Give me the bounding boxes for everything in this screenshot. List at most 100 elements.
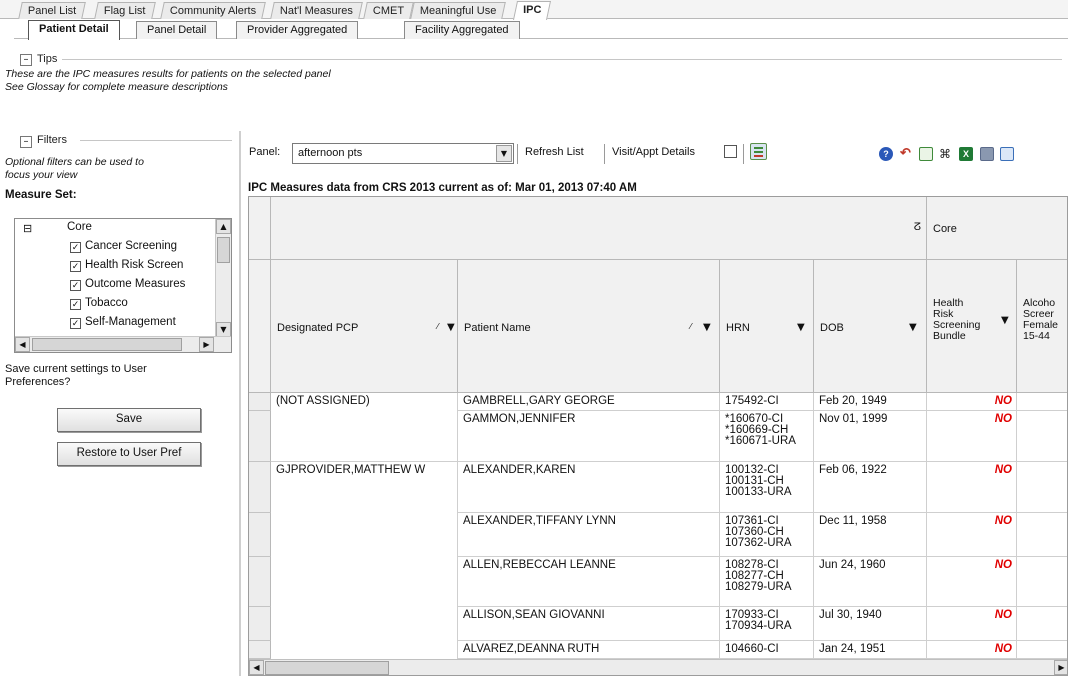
scroll-thumb[interactable]: [265, 661, 389, 675]
filters-label: Filters: [37, 134, 67, 146]
tab-community-alerts[interactable]: Community Alerts: [160, 2, 267, 19]
filter-icon[interactable]: ▼: [447, 322, 455, 333]
tree-horizontal-scrollbar[interactable]: ◀ ▶: [15, 336, 231, 352]
filter-icon[interactable]: ▼: [797, 322, 805, 333]
filters-panel: – Filters Optional filters can be used t…: [0, 131, 237, 676]
scroll-down-button[interactable]: ▼: [216, 322, 231, 337]
tab-cmet[interactable]: CMET: [363, 2, 414, 19]
tab-panel-detail[interactable]: Panel Detail: [136, 21, 218, 39]
scroll-thumb[interactable]: [32, 338, 182, 351]
panel-select-value: afternoon pts: [298, 147, 363, 159]
column-header-label-line: 15-44: [1023, 330, 1050, 342]
tree-vertical-scrollbar[interactable]: ▲ ▼: [215, 219, 231, 337]
tab-label: Flag List: [103, 5, 146, 17]
cell-dob: Jul 30, 1940: [814, 607, 927, 641]
column-header-patient-name[interactable]: Patient Name ⁄ ▼: [458, 260, 720, 393]
hrn-line: 104660-CI: [725, 643, 779, 655]
checkbox-checked[interactable]: ✓: [70, 280, 81, 291]
row-selector[interactable]: [249, 513, 271, 557]
tree-item-outcome-measures[interactable]: ✓ Outcome Measures: [70, 278, 185, 291]
tab-natl-measures[interactable]: Nat'l Measures: [270, 2, 363, 19]
filters-collapse-toggle[interactable]: –: [20, 136, 32, 148]
tab-flag-list[interactable]: Flag List: [94, 2, 156, 19]
tab-meaningful-use[interactable]: Meaningful Use: [410, 2, 507, 19]
tab-provider-aggregated[interactable]: Provider Aggregated: [236, 21, 359, 39]
cell-dob: Jun 24, 1960: [814, 557, 927, 607]
tab-label: Panel List: [27, 5, 77, 17]
save-prefs-prompt-line1: Save current settings to User: [5, 363, 147, 375]
scroll-up-button[interactable]: ▲: [216, 219, 231, 234]
undo-icon[interactable]: ↶: [900, 146, 914, 161]
cell-patient-name: GAMBRELL,GARY GEORGE: [458, 393, 720, 411]
tree-item-health-risk-screen[interactable]: ✓ Health Risk Screen: [70, 259, 183, 272]
checkbox-checked[interactable]: ✓: [70, 242, 81, 253]
scroll-left-button[interactable]: ◀: [249, 660, 264, 675]
tab-ipc[interactable]: IPC: [512, 1, 552, 20]
column-header-alcohol-screening-female[interactable]: Alcoho Screer Female 15-44: [1017, 260, 1067, 393]
excel-icon[interactable]: X: [959, 147, 973, 161]
scroll-thumb[interactable]: [217, 237, 230, 263]
row-selector[interactable]: [249, 557, 271, 607]
restore-user-pref-button[interactable]: Restore to User Pref: [57, 442, 201, 466]
checkbox-checked[interactable]: ✓: [70, 318, 81, 329]
panel-splitter[interactable]: [239, 131, 241, 676]
tab-patient-detail[interactable]: Patient Detail: [28, 20, 120, 40]
column-header-dob[interactable]: DOB ▼: [814, 260, 927, 393]
column-header-label: HRN: [726, 322, 750, 334]
scroll-right-button[interactable]: ▶: [1054, 660, 1067, 675]
toolbar: Panel: afternoon pts ▼ Refresh List Visi…: [244, 138, 1068, 172]
row-selector[interactable]: [249, 411, 271, 462]
filter-icon[interactable]: ▼: [1001, 315, 1009, 326]
filter-icon[interactable]: ▼: [703, 322, 711, 333]
cell-alcohol-result: [1017, 462, 1067, 513]
scroll-left-button[interactable]: ◀: [15, 337, 30, 352]
help-icon[interactable]: ?: [879, 147, 893, 161]
grid-horizontal-scrollbar[interactable]: ◀ ▶: [249, 659, 1067, 675]
pin-icon[interactable]: ⵒ: [913, 222, 921, 233]
column-header-label: DOB: [820, 322, 844, 334]
hrn-line: 100133-URA: [725, 486, 792, 498]
tree-item-tobacco[interactable]: ✓ Tobacco: [70, 297, 128, 310]
save-button[interactable]: Save: [57, 408, 201, 432]
tab-panel-list[interactable]: Panel List: [18, 2, 87, 19]
row-selector[interactable]: [249, 607, 271, 641]
cell-pcp: (NOT ASSIGNED): [271, 393, 458, 411]
print-icon[interactable]: [980, 147, 994, 161]
doc-icon[interactable]: [919, 147, 933, 161]
tree-root-toggle[interactable]: ⊟: [23, 222, 32, 235]
binoculars-icon[interactable]: ⌘: [939, 147, 953, 161]
row-selector[interactable]: [249, 462, 271, 513]
scroll-right-button[interactable]: ▶: [199, 337, 214, 352]
cell-pcp: [271, 411, 458, 462]
column-header-designated-pcp[interactable]: Designated PCP ⁄ ▼: [271, 260, 458, 393]
tree-item-cancer-screening[interactable]: ✓ Cancer Screening: [70, 240, 177, 253]
refresh-list-button[interactable]: Refresh List: [525, 146, 584, 158]
cell-alcohol-result: [1017, 607, 1067, 641]
cell-pcp: GJPROVIDER,MATTHEW W: [271, 462, 458, 513]
cell-health-risk-result: NO: [927, 557, 1017, 607]
row-selector[interactable]: [249, 393, 271, 411]
chevron-down-icon[interactable]: ▼: [496, 145, 512, 162]
filter-icon[interactable]: ▼: [909, 322, 917, 333]
tree-root-core[interactable]: Core: [67, 221, 92, 233]
column-header-health-risk-screening-bundle[interactable]: Health Risk Screening Bundle ▼: [927, 260, 1017, 393]
save-prefs-prompt-line2: Preferences?: [5, 376, 71, 388]
export-icon[interactable]: [750, 143, 767, 160]
row-selector[interactable]: [249, 641, 271, 659]
tips-label: Tips: [37, 53, 58, 65]
panel-select[interactable]: afternoon pts ▼: [292, 143, 514, 164]
tab-facility-aggregated[interactable]: Facility Aggregated: [404, 21, 520, 39]
tree-item-self-management[interactable]: ✓ Self-Management: [70, 316, 176, 329]
group-header-core: Core: [927, 197, 1067, 260]
visit-appt-details-checkbox[interactable]: [724, 145, 737, 158]
checkbox-checked[interactable]: ✓: [70, 261, 81, 272]
cell-health-risk-result: NO: [927, 513, 1017, 557]
measure-set-tree[interactable]: ⊟ Core ✓ Cancer Screening ✓ Health Risk Sc…: [14, 218, 232, 353]
column-header-hrn[interactable]: HRN ▼: [720, 260, 814, 393]
checkbox-checked[interactable]: ✓: [70, 299, 81, 310]
tips-collapse-toggle[interactable]: –: [20, 54, 32, 66]
cell-health-risk-result: NO: [927, 641, 1017, 659]
copy-icon[interactable]: [1000, 147, 1014, 161]
cell-patient-name: ALVAREZ,DEANNA RUTH: [458, 641, 720, 659]
tips-section: – Tips These are the IPC measures result…: [0, 46, 1068, 118]
